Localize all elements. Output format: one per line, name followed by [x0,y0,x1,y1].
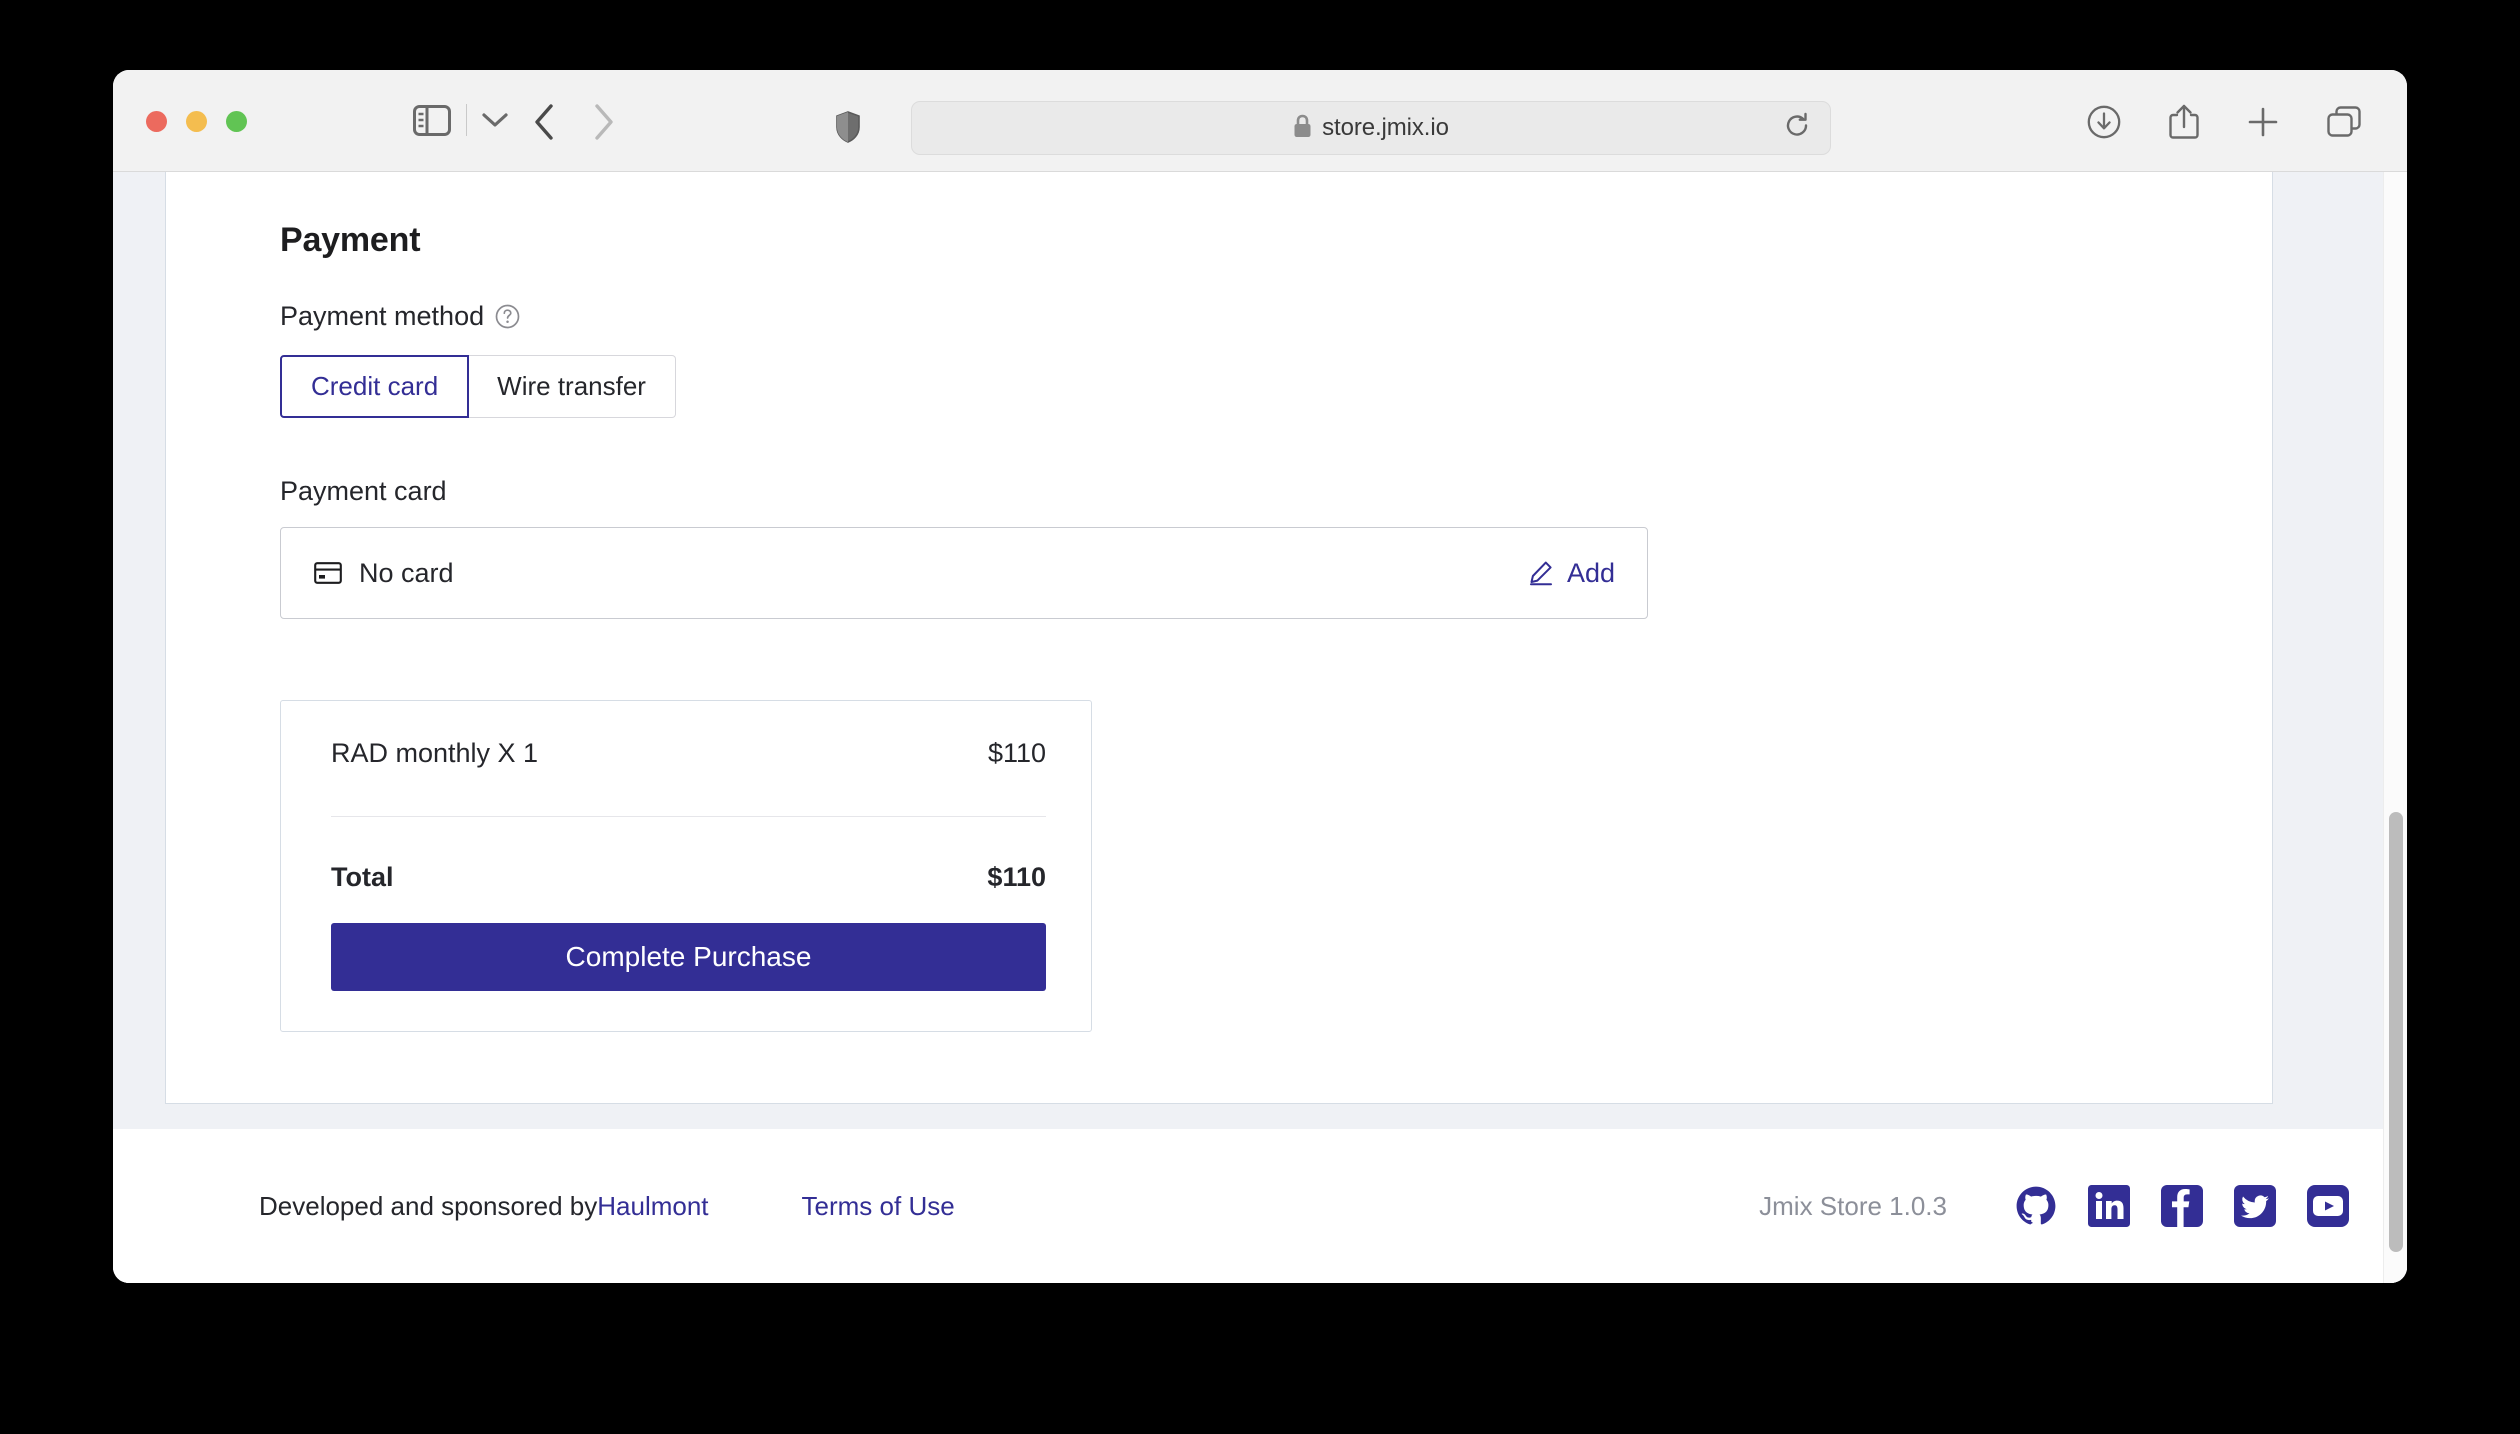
tab-overview-icon[interactable] [2327,106,2361,138]
summary-total-row: Total $110 [331,862,1046,893]
summary-line-item: RAD monthly X 1 $110 [331,738,1046,769]
close-window-button[interactable] [146,111,167,132]
payment-card-value-group: No card [314,558,454,589]
toolbar-right-actions [2087,104,2361,140]
payment-method-label: Payment method [280,301,485,331]
content-panel: Payment Payment method Credit card Wire … [165,172,2273,1104]
wire-transfer-option-label: Wire transfer [497,371,646,401]
share-icon[interactable] [2169,104,2199,140]
credit-card-option-label: Credit card [311,371,439,401]
plus-icon[interactable] [2247,106,2279,138]
payment-card-add-button[interactable]: Add [1528,558,1615,589]
payment-card-label: Payment card [280,476,447,506]
summary-total-label: Total [331,862,394,892]
navigation-controls [533,104,615,140]
browser-window: store.jmix.io Payment Payment method Cre… [113,70,2407,1283]
site-footer: Developed and sponsored by Haulmont Term… [113,1129,2407,1283]
minimize-window-button[interactable] [186,111,207,132]
url-text: store.jmix.io [1322,114,1449,141]
summary-divider [331,816,1046,817]
pencil-icon [1528,560,1554,586]
payment-card-add-label: Add [1566,557,1615,588]
summary-line-item-name: RAD monthly X 1 [331,738,539,768]
linkedin-icon[interactable] [2088,1185,2130,1227]
shield-icon[interactable] [835,111,861,143]
page-title: Payment [280,221,421,259]
facebook-icon[interactable] [2161,1185,2203,1227]
footer-terms-link[interactable]: Terms of Use [802,1191,955,1222]
payment-method-wire-transfer-button[interactable]: Wire transfer [468,355,676,418]
toolbar-divider [466,104,467,136]
footer-credit-text: Developed and sponsored by [259,1190,598,1221]
reload-icon[interactable] [1784,112,1810,144]
payment-method-label-row: Payment method [280,301,2272,332]
twitter-icon[interactable] [2234,1185,2276,1227]
page-viewport: Payment Payment method Credit card Wire … [113,172,2407,1283]
payment-method-toggle-group: Credit card Wire transfer [280,355,676,418]
vertical-scrollbar-track[interactable] [2383,172,2407,1283]
credit-card-icon [314,562,342,584]
youtube-icon[interactable] [2307,1185,2349,1227]
footer-social-links [2015,1185,2349,1227]
sidebar-toggle-icon[interactable] [413,104,451,136]
vertical-scrollbar-thumb[interactable] [2389,812,2403,1252]
lock-icon [1293,114,1312,143]
forward-arrow-icon[interactable] [593,104,615,140]
github-icon[interactable] [2015,1185,2057,1227]
help-circle-icon[interactable] [495,304,520,329]
summary-line-item-price: $110 [987,738,1046,768]
footer-haulmont-link[interactable]: Haulmont [597,1191,708,1222]
back-arrow-icon[interactable] [533,104,555,140]
address-bar-container: store.jmix.io [911,101,1831,155]
browser-toolbar: store.jmix.io [113,70,2407,172]
download-icon[interactable] [2087,105,2121,139]
summary-total-price: $110 [987,862,1046,892]
window-controls [146,111,247,132]
footer-right-group: Jmix Store 1.0.3 [1759,1185,2349,1227]
order-summary-card: RAD monthly X 1 $110 Total $110 Complete… [280,700,1092,1032]
sidebar-controls [413,104,508,136]
address-bar[interactable]: store.jmix.io [911,101,1831,155]
maximize-window-button[interactable] [226,111,247,132]
payment-card-box: No card Add [280,527,1648,619]
complete-purchase-button[interactable]: Complete Purchase [331,923,1046,991]
chevron-down-icon[interactable] [482,112,508,128]
payment-card-value: No card [359,557,454,588]
payment-method-credit-card-button[interactable]: Credit card [280,355,470,418]
footer-version: Jmix Store 1.0.3 [1759,1190,1947,1221]
